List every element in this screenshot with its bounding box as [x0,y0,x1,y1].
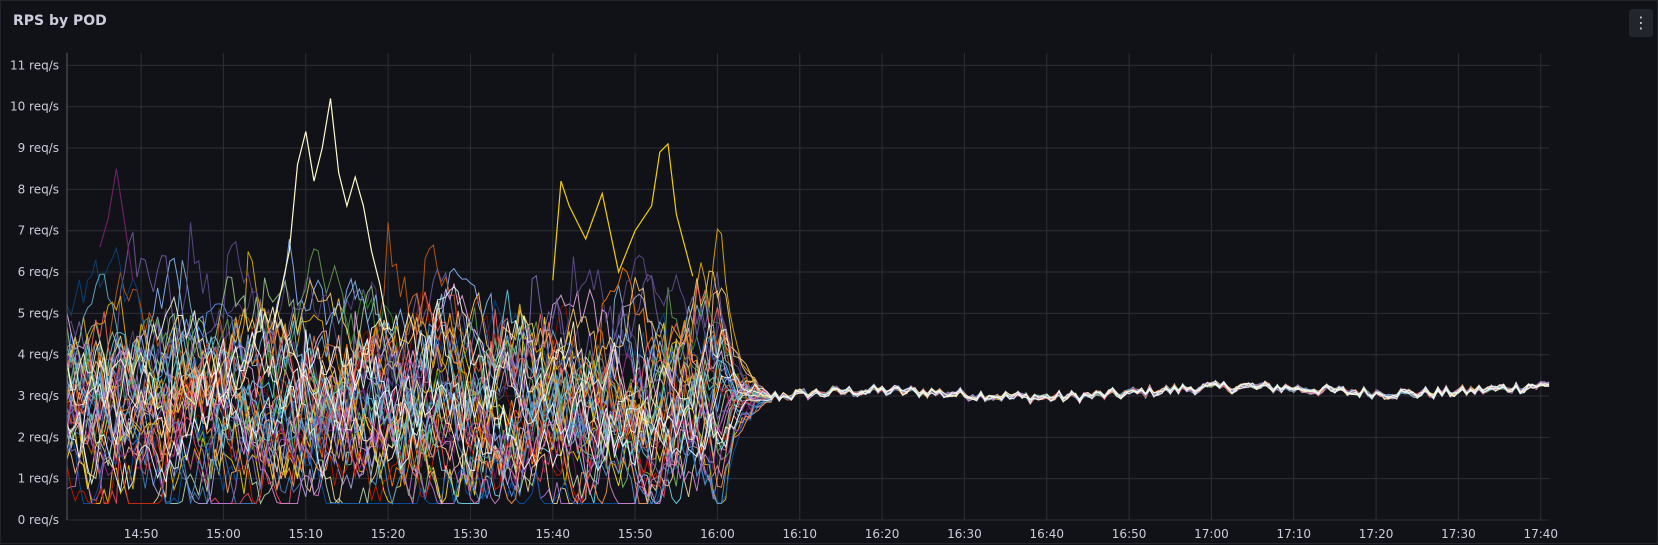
x-tick-label: 16:00 [700,527,735,541]
x-tick-label: 14:50 [124,527,159,541]
y-tick-label: 8 req/s [18,182,59,196]
y-tick-label: 9 req/s [18,141,59,155]
series-line [66,347,1550,505]
y-tick-label: 5 req/s [18,306,59,320]
x-tick-label: 16:40 [1029,527,1064,541]
series-line [66,248,1550,501]
x-tick-label: 15:40 [535,527,570,541]
x-tick-label: 15:50 [618,527,653,541]
x-tick-label: 16:30 [947,527,982,541]
y-tick-label: 3 req/s [18,389,59,403]
x-tick-label: 17:30 [1441,527,1476,541]
y-tick-label: 4 req/s [18,348,59,362]
series-line [66,267,1550,487]
y-tick-label: 7 req/s [18,224,59,238]
x-tick-label: 17:00 [1194,527,1229,541]
x-tick-label: 15:20 [371,527,406,541]
y-tick-label: 10 req/s [10,100,59,114]
x-tick-label: 15:30 [453,527,488,541]
y-tick-label: 2 req/s [18,430,59,444]
series-line [66,345,1550,505]
chart-series-group [66,98,1550,506]
x-tick-label: 17:10 [1276,527,1311,541]
x-tick-label: 15:10 [288,527,323,541]
chart: 0 req/s 1 req/s 2 req/s 3 req/s 4 req/s 5 req… [10,53,1558,541]
y-tick-label: 11 req/s [10,58,59,72]
x-tick-label: 17:20 [1359,527,1394,541]
x-tick-label: 17:40 [1523,527,1558,541]
x-tick-label: 16:20 [865,527,900,541]
x-tick-label: 16:50 [1112,527,1147,541]
x-tick-label: 16:10 [782,527,817,541]
y-tick-label: 1 req/s [18,472,59,486]
x-tick-label: 15:00 [206,527,241,541]
series-line [66,343,1550,504]
panel: RPS by POD ⋮ 0 req/s 1 req/s 2 req/s 3 req/… [0,0,1658,544]
y-tick-label: 6 req/s [18,265,59,279]
y-tick-label: 0 req/s [18,513,59,527]
series-line-highlight [99,168,134,281]
